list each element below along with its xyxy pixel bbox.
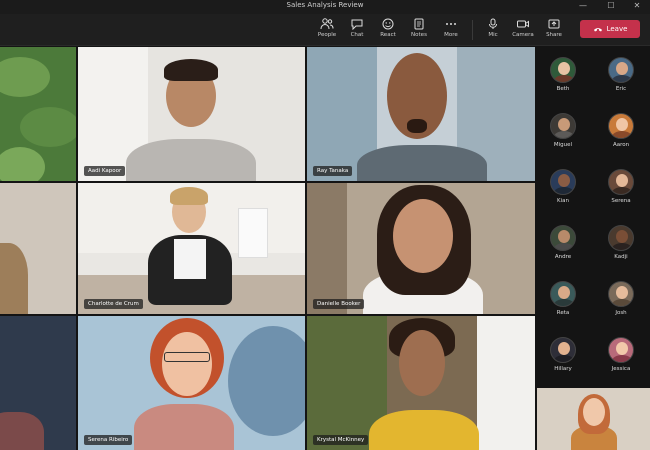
chat-button[interactable]: Chat [342, 16, 372, 44]
person-name: Eric [615, 86, 627, 92]
mic-label: Mic [488, 32, 498, 38]
person-name: Jessica [611, 366, 631, 372]
participant-name: Aadi Kapoor [84, 166, 126, 176]
video-tile-charlotte[interactable]: Charlotte de Crum [78, 183, 305, 314]
person-name: Serena [611, 198, 631, 204]
roster-person[interactable]: Kadji [601, 225, 641, 260]
chat-label: Chat [350, 32, 364, 38]
roster-person[interactable]: Miguel [543, 113, 583, 148]
more-label: More [444, 32, 458, 38]
camera-button[interactable]: Camera [508, 16, 538, 44]
meeting-toolbar: People Chat React Notes More Mic Camera … [0, 14, 650, 46]
toolbar-divider [472, 20, 473, 40]
more-button[interactable]: More [436, 16, 466, 44]
camera-label: Camera [512, 32, 534, 38]
participant-name: Krystal McKinney [313, 435, 369, 445]
minimize-icon[interactable]: — [572, 0, 594, 14]
more-icon [446, 23, 456, 25]
roster-person[interactable]: Jessica [601, 337, 641, 372]
avatar [550, 57, 576, 83]
person-name: Kian [557, 198, 569, 204]
video-tile-ray[interactable]: Ray Tanaka [307, 47, 535, 181]
maximize-icon[interactable]: ☐ [600, 0, 622, 14]
participant-name: Charlotte de Crum [84, 299, 143, 309]
avatar [608, 57, 634, 83]
window-title: Sales Analysis Review [286, 1, 364, 9]
roster-person[interactable]: Eric [601, 57, 641, 92]
person-name: Miguel [553, 142, 573, 148]
avatar [608, 225, 634, 251]
roster-person[interactable]: Josh [601, 281, 641, 316]
react-label: React [380, 32, 396, 38]
avatar [550, 113, 576, 139]
hangup-icon [593, 28, 602, 32]
avatar [550, 225, 576, 251]
person-name: Hillary [554, 366, 572, 372]
participant-name: Ray Tanaka [313, 166, 353, 176]
notes-label: Notes [411, 32, 427, 38]
participant-name: Serena Ribeiro [84, 435, 133, 445]
roster-person[interactable]: Hillary [543, 337, 583, 372]
person-name: Beth [556, 86, 570, 92]
video-tile-left-3[interactable] [0, 316, 76, 450]
person-name: Kadji [614, 254, 628, 260]
roster-person[interactable]: Beth [543, 57, 583, 92]
close-icon[interactable]: ✕ [626, 0, 648, 14]
video-tile-krystal[interactable]: Krystal McKinney [307, 316, 535, 450]
roster-person[interactable]: Andre [543, 225, 583, 260]
avatar [550, 337, 576, 363]
video-tile-danielle[interactable]: Danielle Booker [307, 183, 535, 314]
person-name: Josh [615, 310, 627, 316]
avatar [608, 281, 634, 307]
notes-icon [414, 18, 424, 30]
avatar [550, 281, 576, 307]
camera-icon [517, 20, 529, 28]
mic-icon [489, 18, 497, 29]
person-name: Aaron [612, 142, 630, 148]
avatar [550, 169, 576, 195]
avatar [608, 113, 634, 139]
react-icon [382, 18, 394, 30]
share-label: Share [546, 32, 562, 38]
participant-name: Danielle Booker [313, 299, 365, 309]
mic-button[interactable]: Mic [478, 16, 508, 44]
people-label: People [317, 32, 337, 38]
roster-person[interactable]: Kian [543, 169, 583, 204]
avatar [608, 169, 634, 195]
roster-person[interactable]: Serena [601, 169, 641, 204]
people-button[interactable]: People [312, 16, 342, 44]
chat-icon [351, 19, 363, 30]
notes-button[interactable]: Notes [404, 16, 434, 44]
person-name: Reta [556, 310, 570, 316]
react-button[interactable]: React [373, 16, 403, 44]
leave-button[interactable]: Leave [580, 20, 640, 38]
people-icon [320, 18, 334, 30]
video-tile-serena[interactable]: Serena Ribeiro [78, 316, 305, 450]
video-tile-aadi[interactable]: Aadi Kapoor [78, 47, 305, 181]
video-tile-left-2[interactable] [0, 183, 76, 314]
title-bar: Sales Analysis Review — ☐ ✕ [0, 0, 650, 14]
roster-person[interactable]: Reta [543, 281, 583, 316]
video-tile-plant[interactable] [0, 47, 76, 181]
share-icon [548, 19, 560, 29]
share-button[interactable]: Share [539, 16, 569, 44]
leave-label: Leave [606, 25, 628, 33]
roster-person[interactable]: Aaron [601, 113, 641, 148]
self-view-video[interactable] [537, 388, 650, 450]
avatar [608, 337, 634, 363]
person-name: Andre [554, 254, 572, 260]
